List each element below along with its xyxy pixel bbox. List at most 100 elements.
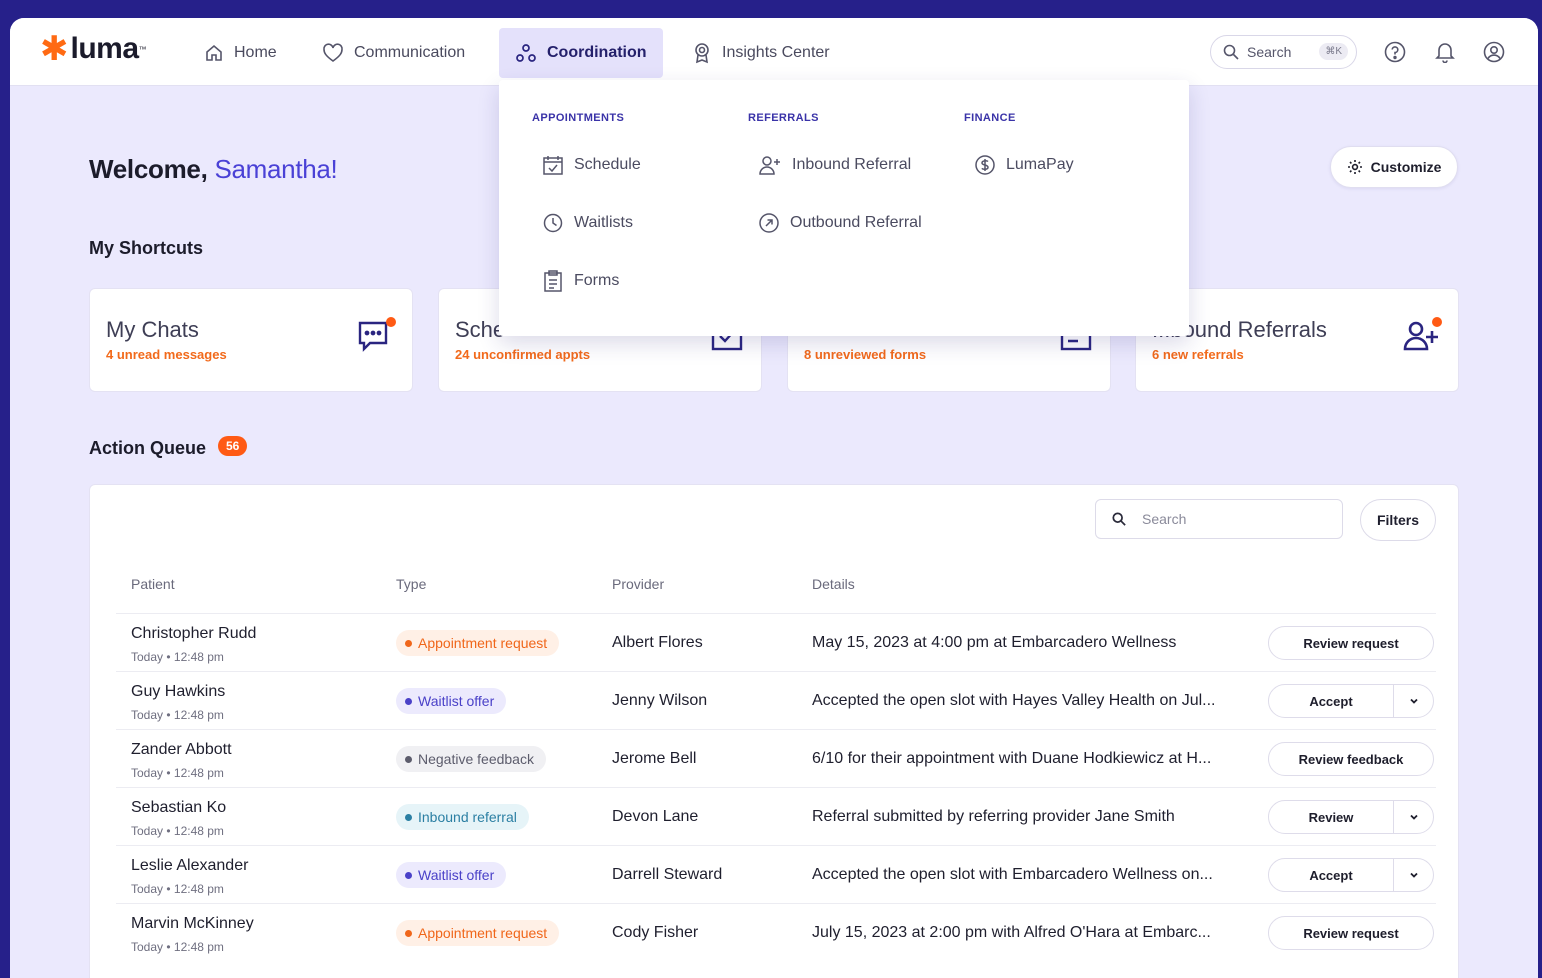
profile-button[interactable] bbox=[1482, 40, 1506, 64]
menu-item-schedule[interactable]: Schedule bbox=[542, 136, 641, 194]
shortcut-title: Sche bbox=[455, 317, 506, 342]
table-row[interactable]: Marvin McKinney Today • 12:48 pm Appointme… bbox=[116, 903, 1436, 961]
provider-name: Cody Fisher bbox=[612, 924, 699, 941]
nav-home[interactable]: Home bbox=[188, 28, 293, 78]
patient-name[interactable]: Marvin McKinney bbox=[131, 915, 254, 933]
bell-icon bbox=[1435, 43, 1455, 63]
menu-item-lumapay[interactable]: LumaPay bbox=[974, 136, 1074, 194]
patient-name[interactable]: Sebastian Ko bbox=[131, 799, 226, 817]
column-header-type[interactable]: Type bbox=[396, 576, 426, 592]
menu-item-label: Outbound Referral bbox=[790, 214, 922, 231]
patient-name[interactable]: Guy Hawkins bbox=[131, 683, 225, 701]
row-action-label: Accept bbox=[1309, 693, 1353, 709]
type-badge: Negative feedback bbox=[396, 746, 546, 772]
type-badge: Waitlist offer bbox=[396, 688, 507, 714]
nav-insights-center[interactable]: Insights Center bbox=[676, 28, 846, 78]
welcome-prefix: Welcome, bbox=[89, 154, 208, 184]
column-header-details[interactable]: Details bbox=[812, 576, 855, 592]
user-circle-icon bbox=[1483, 41, 1505, 63]
row-action-button[interactable]: Review request bbox=[1268, 916, 1434, 950]
queue-search-placeholder: Search bbox=[1142, 511, 1187, 527]
column-header-patient[interactable]: Patient bbox=[131, 576, 175, 592]
request-details: July 15, 2023 at 2:00 pm with Alfred O'H… bbox=[812, 924, 1211, 941]
row-action-menu-toggle[interactable] bbox=[1393, 801, 1433, 833]
menu-item-forms[interactable]: Forms bbox=[542, 252, 641, 310]
action-queue-count-badge: 56 bbox=[218, 436, 248, 456]
row-action-label: Review request bbox=[1303, 925, 1399, 941]
row-action-button[interactable]: Accept bbox=[1268, 684, 1434, 718]
provider-name: Jenny Wilson bbox=[612, 692, 708, 709]
arrow-out-icon bbox=[759, 213, 779, 233]
request-details: Accepted the open slot with Hayes Valley… bbox=[812, 692, 1216, 709]
table-row[interactable]: Zander Abbott Today • 12:48 pm Negative fe… bbox=[116, 729, 1436, 787]
luma-star-icon: ✱ bbox=[40, 30, 69, 68]
global-search[interactable]: Search ⌘K bbox=[1210, 35, 1357, 69]
menu-heading-referrals: REFERRALS bbox=[748, 112, 819, 124]
row-action-menu-toggle[interactable] bbox=[1393, 685, 1433, 717]
new-referrals-indicator bbox=[1432, 317, 1442, 327]
request-time: Today • 12:48 pm bbox=[131, 824, 224, 838]
table-row[interactable]: Sebastian Ko Today • 12:48 pm Inbound refe… bbox=[116, 787, 1436, 845]
calendar-icon bbox=[543, 156, 563, 175]
help-button[interactable] bbox=[1383, 40, 1407, 64]
menu-item-outbound-referral[interactable]: Outbound Referral bbox=[758, 194, 922, 252]
request-details: Referral submitted by referring provider… bbox=[812, 808, 1175, 825]
patient-name[interactable]: Zander Abbott bbox=[131, 741, 232, 759]
table-row[interactable]: Christopher Rudd Today • 12:48 pm Appointm… bbox=[116, 613, 1436, 671]
welcome-user-name: Samantha! bbox=[214, 154, 338, 184]
row-action-label: Review request bbox=[1303, 635, 1399, 651]
chevron-down-icon bbox=[1409, 872, 1418, 878]
search-icon bbox=[1112, 512, 1126, 526]
heart-icon bbox=[323, 43, 343, 62]
nav-communication[interactable]: Communication bbox=[306, 28, 481, 78]
request-time: Today • 12:48 pm bbox=[131, 650, 224, 664]
menu-item-label: Inbound Referral bbox=[792, 156, 912, 173]
menu-column-referrals: REFERRALS Inbound Referral Outbound Refe… bbox=[748, 112, 922, 270]
clipboard-icon bbox=[544, 270, 562, 292]
column-header-provider[interactable]: Provider bbox=[612, 576, 664, 592]
nav-home-label: Home bbox=[234, 44, 277, 61]
menu-item-inbound-referral[interactable]: Inbound Referral bbox=[758, 136, 922, 194]
queue-search-input[interactable]: Search bbox=[1095, 499, 1343, 539]
menu-heading-appointments: APPOINTMENTS bbox=[532, 112, 625, 124]
row-action-button[interactable]: Review request bbox=[1268, 626, 1434, 660]
luma-logo[interactable]: ✱ luma ™ bbox=[40, 32, 147, 66]
notifications-button[interactable] bbox=[1433, 40, 1457, 64]
nav-coordination[interactable]: Coordination bbox=[499, 28, 663, 78]
filters-button[interactable]: Filters bbox=[1360, 499, 1436, 541]
menu-item-label: Waitlists bbox=[574, 214, 633, 231]
logo-text: luma bbox=[70, 32, 140, 65]
type-badge: Waitlist offer bbox=[396, 862, 507, 888]
nav-communication-label: Communication bbox=[354, 44, 466, 61]
help-icon bbox=[1384, 41, 1406, 63]
customize-label: Customize bbox=[1370, 159, 1442, 175]
row-action-button[interactable]: Review bbox=[1268, 800, 1434, 834]
app-window: ✱ luma ™ Home Communication Coordination… bbox=[10, 18, 1538, 978]
row-action-label: Accept bbox=[1309, 867, 1353, 883]
search-shortcut-badge: ⌘K bbox=[1319, 43, 1348, 60]
coordination-icon bbox=[516, 44, 536, 62]
menu-item-label: Schedule bbox=[574, 156, 641, 173]
patient-name[interactable]: Leslie Alexander bbox=[131, 857, 248, 875]
request-time: Today • 12:48 pm bbox=[131, 708, 224, 722]
menu-column-appointments: APPOINTMENTS Schedule Waitlists Forms bbox=[532, 112, 641, 328]
shortcut-title: My Chats bbox=[106, 317, 199, 342]
chevron-down-icon bbox=[1409, 698, 1418, 704]
patient-name[interactable]: Christopher Rudd bbox=[131, 625, 256, 643]
menu-item-waitlists[interactable]: Waitlists bbox=[542, 194, 641, 252]
dollar-icon bbox=[975, 155, 995, 175]
table-row[interactable]: Leslie Alexander Today • 12:48 pm Waitlist… bbox=[116, 845, 1436, 903]
row-action-button[interactable]: Accept bbox=[1268, 858, 1434, 892]
customize-button[interactable]: Customize bbox=[1330, 146, 1458, 188]
timer-icon bbox=[543, 213, 563, 233]
shortcut-subtitle: 24 unconfirmed appts bbox=[455, 347, 591, 362]
shortcut-my-chats[interactable]: My Chats 4 unread messages bbox=[89, 288, 413, 392]
unread-indicator bbox=[386, 317, 396, 327]
request-details: May 15, 2023 at 4:00 pm at Embarcadero W… bbox=[812, 634, 1177, 651]
table-row[interactable]: Guy Hawkins Today • 12:48 pm Waitlist offe… bbox=[116, 671, 1436, 729]
row-action-label: Review feedback bbox=[1298, 751, 1404, 767]
shortcut-subtitle: 8 unreviewed forms bbox=[804, 347, 927, 362]
type-badge: Appointment request bbox=[396, 630, 560, 656]
row-action-menu-toggle[interactable] bbox=[1393, 859, 1433, 891]
row-action-button[interactable]: Review feedback bbox=[1268, 742, 1434, 776]
